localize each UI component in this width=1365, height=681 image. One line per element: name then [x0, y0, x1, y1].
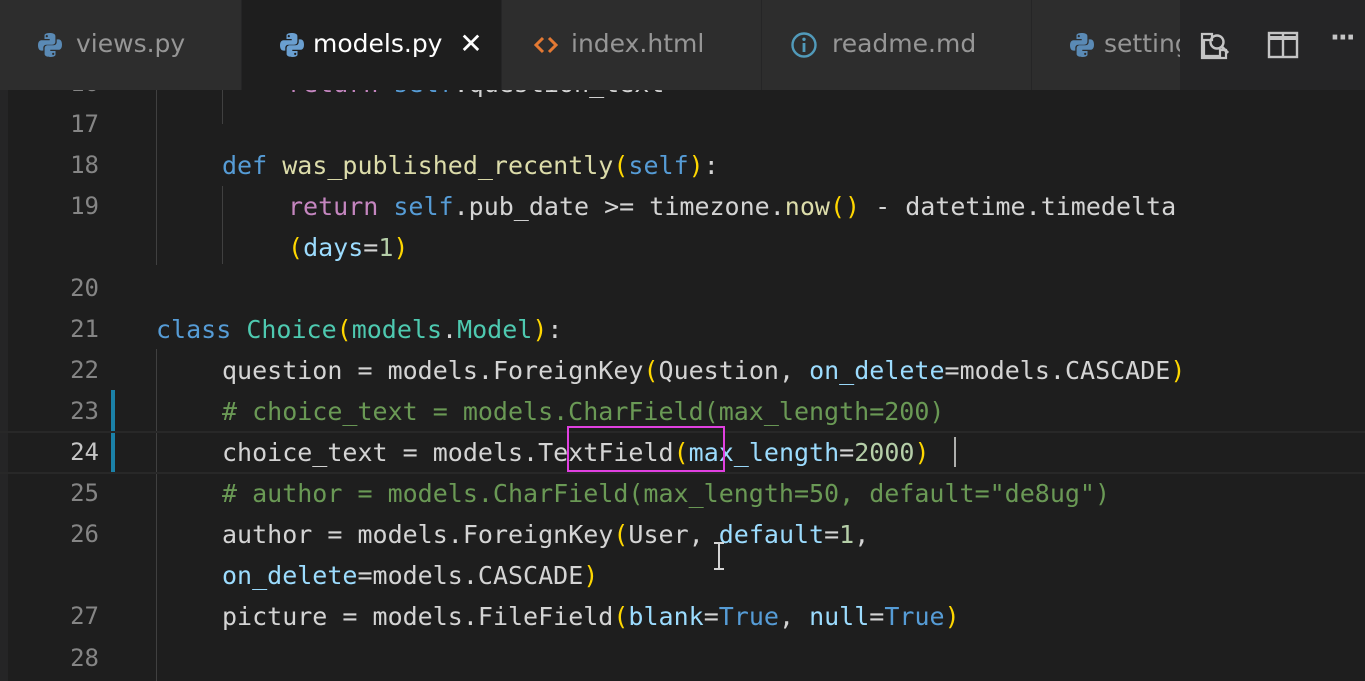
code-line: 19 return self.pub_date >= timezone.now(…	[0, 186, 1365, 227]
tab-settings-py[interactable]: setting	[1032, 0, 1180, 90]
line-number: 27	[70, 602, 99, 630]
code-text: def was_published_recently(self):	[222, 151, 719, 180]
python-icon	[280, 33, 304, 57]
split-editor-icon[interactable]	[1266, 28, 1300, 62]
more-actions-icon[interactable]: ···	[1330, 23, 1364, 57]
code-text: picture = models.FileField(blank=True, n…	[222, 602, 960, 631]
code-editor[interactable]: 16 return self.question_text 17 18 def w…	[0, 90, 1365, 681]
code-line: 18 def was_published_recently(self):	[0, 145, 1365, 186]
editor-actions: ···	[1180, 0, 1365, 90]
line-number: 16	[0, 90, 99, 104]
line-number: 23	[70, 397, 99, 425]
code-text: author = models.ForeignKey(User, default…	[222, 520, 870, 549]
i-beam-cursor-icon	[714, 542, 724, 570]
tab-label: readme.md	[832, 29, 977, 58]
tab-readme-md[interactable]: readme.md	[762, 0, 1032, 90]
tab-label: models.py	[313, 29, 443, 58]
code-line: 16 return self.question_text	[0, 90, 1365, 104]
editor-tabs: views.py models.py ✕ index.html readme.m…	[0, 0, 1180, 90]
tab-index-html[interactable]: index.html	[502, 0, 762, 90]
line-number: 20	[70, 274, 99, 302]
code-line: 17	[0, 104, 1365, 145]
code-line: 25 # author = models.CharField(max_lengt…	[0, 473, 1365, 514]
line-number: 26	[70, 520, 99, 548]
tab-models-py[interactable]: models.py ✕	[242, 0, 502, 90]
line-number: 22	[70, 356, 99, 384]
code-line: 20	[0, 268, 1365, 309]
close-icon[interactable]: ✕	[456, 24, 486, 64]
code-line-wrap: on_delete=models.CASCADE)	[0, 555, 1365, 596]
code-text: class Choice(models.Model):	[156, 315, 563, 344]
tab-label: index.html	[571, 29, 705, 58]
code-line: 27 picture = models.FileField(blank=True…	[0, 596, 1365, 637]
code-text: return self.question_text	[288, 90, 664, 104]
tab-label: views.py	[76, 29, 186, 58]
tab-label: setting	[1104, 29, 1180, 58]
code-line: 22 question = models.ForeignKey(Question…	[0, 350, 1365, 391]
code-text: question = models.ForeignKey(Question, o…	[222, 356, 1186, 385]
code-text: on_delete=models.CASCADE)	[222, 561, 599, 590]
text-cursor	[954, 437, 956, 467]
tab-bar: views.py models.py ✕ index.html readme.m…	[0, 0, 1365, 90]
line-number: 25	[70, 479, 99, 507]
code-line: 26 author = models.ForeignKey(User, defa…	[0, 514, 1365, 555]
line-number: 28	[70, 644, 99, 672]
code-line-wrap: (days=1)	[0, 227, 1365, 268]
line-number: 17	[70, 110, 99, 138]
html-brackets-icon	[533, 36, 559, 54]
code-text: (days=1)	[288, 233, 409, 262]
tab-views-py[interactable]: views.py	[0, 0, 242, 90]
line-number: 24	[70, 438, 99, 466]
line-number: 21	[70, 315, 99, 343]
code-comment: # author = models.CharField(max_length=5…	[222, 479, 1111, 508]
line-number: 19	[70, 192, 99, 220]
open-changes-icon[interactable]	[1198, 28, 1232, 62]
python-icon	[38, 33, 62, 57]
highlight-box	[567, 426, 725, 472]
code-text: return self.pub_date >= timezone.now() -…	[288, 192, 1177, 221]
line-number: 18	[70, 151, 99, 179]
info-icon	[791, 32, 817, 58]
code-line: 21 class Choice(models.Model):	[0, 309, 1365, 350]
code-line: 28	[0, 638, 1365, 679]
python-icon	[1070, 33, 1094, 57]
